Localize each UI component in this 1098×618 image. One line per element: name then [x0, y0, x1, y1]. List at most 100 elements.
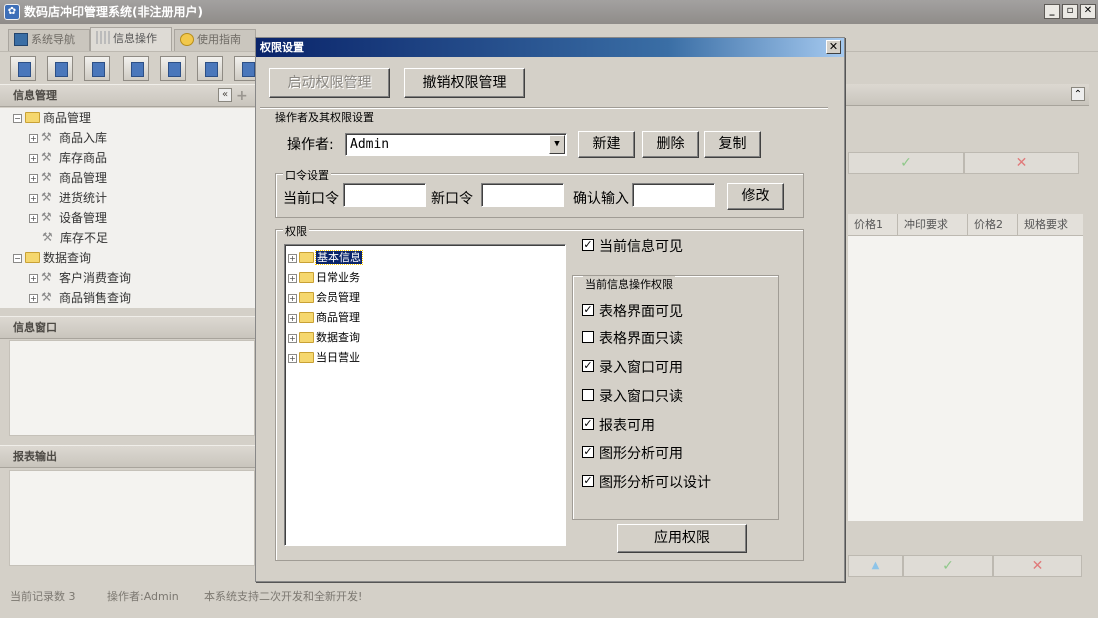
tree-node-goods-manage-sub[interactable]: + ⚒ 商品管理 [29, 168, 107, 188]
grid-readonly-checkbox[interactable]: 表格界面只读 [582, 330, 683, 348]
app-titlebar: ✿ 数码店冲印管理系统(非注册用户) _ ▫ ✕ [0, 0, 1098, 24]
checkbox-icon[interactable] [582, 389, 594, 401]
expand-box-icon[interactable]: + [288, 353, 297, 363]
tree-node-label: 进货统计 [59, 191, 108, 205]
perm-node-daily-business[interactable]: + 日常业务 [288, 268, 360, 288]
tree-node-customer-query[interactable]: + ⚒ 客户消费查询 [29, 268, 131, 288]
discard-button[interactable]: ✕ [993, 555, 1082, 577]
col-price2[interactable]: 价格2 [968, 214, 1018, 236]
report-output-header: 报表输出 [0, 445, 256, 468]
operator-status: 操作者:Admin [107, 590, 179, 603]
expand-box-icon[interactable]: + [29, 194, 38, 203]
checkbox-icon[interactable]: ✓ [582, 446, 594, 458]
col-spec-req[interactable]: 规格要求 [1018, 214, 1083, 236]
export-tool-button[interactable] [197, 56, 223, 81]
close-button[interactable]: ✕ [1080, 4, 1096, 19]
edit-tool-button[interactable] [123, 56, 149, 81]
save-button[interactable]: ✓ [903, 555, 993, 577]
current-password-input[interactable] [343, 183, 426, 207]
list-tool-button[interactable] [47, 56, 73, 81]
new-password-input[interactable] [481, 183, 564, 207]
expand-box-icon[interactable]: + [29, 294, 38, 303]
entry-readonly-checkbox[interactable]: 录入窗口只读 [582, 388, 683, 406]
new-operator-button[interactable]: 新建 [578, 131, 635, 158]
checkbox-label: 录入窗口可用 [599, 360, 683, 376]
checkbox-icon[interactable] [582, 331, 594, 343]
tree-node-goods-manage[interactable]: − 商品管理 [13, 108, 91, 128]
delete-operator-button[interactable]: 删除 [642, 131, 699, 158]
entry-usable-checkbox[interactable]: ✓ 录入窗口可用 [582, 359, 683, 377]
col-print-req[interactable]: 冲印要求 [898, 214, 968, 236]
confirm-password-input[interactable] [632, 183, 715, 207]
operator-select[interactable]: Admin ▼ [345, 133, 567, 156]
move-up-button[interactable]: ▲ [848, 555, 903, 577]
expand-box-icon[interactable]: + [29, 154, 38, 163]
collapse-box-icon[interactable]: − [13, 254, 22, 263]
dialog-close-button[interactable]: ✕ [826, 40, 841, 54]
expand-box-icon[interactable]: + [29, 174, 38, 183]
search-tool-button[interactable] [10, 56, 36, 81]
perm-node-data-query[interactable]: + 数据查询 [288, 328, 360, 348]
tab-info-ops[interactable]: 信息操作 [90, 27, 172, 51]
checkbox-icon[interactable]: ✓ [582, 418, 594, 430]
expand-box-icon[interactable]: + [288, 293, 297, 303]
chart-usable-checkbox[interactable]: ✓ 图形分析可用 [582, 445, 683, 463]
perm-node-goods-manage[interactable]: + 商品管理 [288, 308, 360, 328]
document-tool-button[interactable] [84, 56, 110, 81]
tree-node-stock-low[interactable]: ⚒ 库存不足 [42, 228, 108, 248]
grid-visible-checkbox[interactable]: ✓ 表格界面可见 [582, 303, 683, 321]
dialog-title: 权限设置 [260, 41, 304, 54]
expand-box-icon[interactable]: + [288, 253, 297, 263]
enable-permission-button[interactable]: 启动权限管理 [269, 68, 390, 98]
tree-node-sales-query[interactable]: + ⚒ 商品销售查询 [29, 288, 131, 308]
window-tool-button[interactable] [160, 56, 186, 81]
modify-password-button[interactable]: 修改 [727, 183, 784, 210]
permission-dialog: 权限设置 ✕ 启动权限管理 撤销权限管理 操作者及其权限设置 操作者: Admi… [255, 37, 845, 582]
tree-node-purchase-stats[interactable]: + ⚒ 进货统计 [29, 188, 107, 208]
record-count: 当前记录数 3 [10, 590, 76, 603]
apply-permission-button[interactable]: 应用权限 [617, 524, 747, 553]
add-icon[interactable]: + [236, 85, 248, 107]
expand-box-icon[interactable]: + [29, 134, 38, 143]
right-section-header: ⌃ [844, 84, 1089, 106]
confirm-button[interactable]: ✓ [848, 152, 964, 174]
checkbox-label: 表格界面可见 [599, 304, 683, 320]
perm-node-basic-info[interactable]: + 基本信息 [288, 248, 363, 268]
tab-user-guide[interactable]: 使用指南 [174, 29, 256, 51]
cancel-button[interactable]: ✕ [964, 152, 1079, 174]
perm-node-member-manage[interactable]: + 会员管理 [288, 288, 360, 308]
permission-tree: + 基本信息 + 日常业务 + 会员管理 + 商品管理 + 数据查询 + 当日营业 [284, 244, 566, 546]
revoke-permission-button[interactable]: 撤销权限管理 [404, 68, 525, 98]
chart-design-checkbox[interactable]: ✓ 图形分析可以设计 [582, 474, 711, 492]
collapse-up-icon[interactable]: ⌃ [1071, 87, 1085, 101]
tree-node-label: 商品销售查询 [59, 291, 132, 305]
checkbox-icon[interactable]: ✓ [582, 239, 594, 251]
tree-node-stock-goods[interactable]: + ⚒ 库存商品 [29, 148, 107, 168]
tree-node-goods-in[interactable]: + ⚒ 商品入库 [29, 128, 107, 148]
checkbox-icon[interactable]: ✓ [582, 360, 594, 372]
perm-node-today-business[interactable]: + 当日营业 [288, 348, 360, 368]
tree-node-label: 商品入库 [59, 131, 108, 145]
expand-box-icon[interactable]: + [29, 214, 38, 223]
grid-icon [96, 31, 110, 44]
report-usable-checkbox[interactable]: ✓ 报表可用 [582, 417, 655, 435]
tree-node-device-manage[interactable]: + ⚒ 设备管理 [29, 208, 107, 228]
tab-system-nav[interactable]: 系统导航 [8, 29, 90, 51]
copy-operator-button[interactable]: 复制 [704, 131, 761, 158]
checkbox-icon[interactable]: ✓ [582, 475, 594, 487]
collapse-box-icon[interactable]: − [13, 114, 22, 123]
chevron-down-icon[interactable]: ▼ [549, 135, 565, 154]
tool-icon: ⚒ [41, 210, 52, 224]
minimize-button[interactable]: _ [1044, 4, 1060, 19]
collapse-icon[interactable]: « [218, 88, 232, 102]
checkbox-icon[interactable]: ✓ [582, 304, 594, 316]
expand-box-icon[interactable]: + [288, 273, 297, 283]
tree-node-data-query[interactable]: − 数据查询 [13, 248, 91, 268]
restore-button[interactable]: ▫ [1062, 4, 1078, 19]
password-group-title: 口令设置 [283, 167, 331, 183]
expand-box-icon[interactable]: + [29, 274, 38, 283]
current-info-visible-checkbox[interactable]: ✓ 当前信息可见 [582, 238, 683, 256]
col-price1[interactable]: 价格1 [848, 214, 898, 236]
expand-box-icon[interactable]: + [288, 333, 297, 343]
expand-box-icon[interactable]: + [288, 313, 297, 323]
